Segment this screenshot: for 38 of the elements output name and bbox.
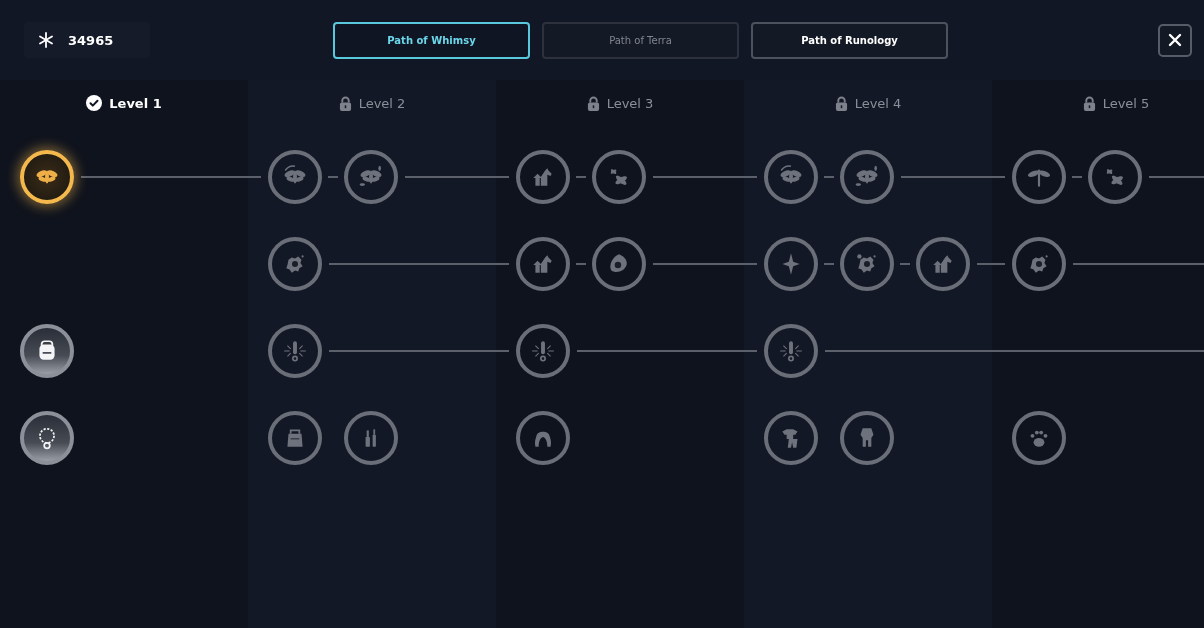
skill-node[interactable] bbox=[592, 150, 646, 204]
skill-node[interactable] bbox=[1012, 150, 1066, 204]
exclamation-icon bbox=[530, 338, 556, 364]
skill-node[interactable] bbox=[764, 411, 818, 465]
skill-node[interactable] bbox=[268, 150, 322, 204]
exclamation-icon bbox=[282, 338, 308, 364]
path-tab[interactable]: Path of Runology bbox=[751, 21, 948, 59]
skill-node[interactable] bbox=[764, 150, 818, 204]
skill-node[interactable] bbox=[268, 237, 322, 291]
skill-node[interactable] bbox=[916, 237, 970, 291]
skill-node[interactable] bbox=[344, 411, 398, 465]
skill-node[interactable] bbox=[592, 237, 646, 291]
level-label: Level 2 bbox=[358, 95, 406, 111]
skill-node[interactable] bbox=[764, 324, 818, 378]
sparkle-icon bbox=[38, 32, 54, 48]
skill-node[interactable] bbox=[840, 150, 894, 204]
close-button[interactable] bbox=[1158, 23, 1192, 57]
skill-node[interactable] bbox=[268, 411, 322, 465]
skill-node[interactable] bbox=[840, 411, 894, 465]
skill-node[interactable] bbox=[344, 150, 398, 204]
skill-node[interactable] bbox=[268, 324, 322, 378]
skill-node[interactable] bbox=[1012, 411, 1066, 465]
currency-amount: 34965 bbox=[68, 32, 114, 48]
skill-node[interactable] bbox=[516, 411, 570, 465]
skill-node[interactable] bbox=[1012, 237, 1066, 291]
level-label: Level 5 bbox=[1102, 95, 1150, 111]
skill-node[interactable] bbox=[840, 237, 894, 291]
skill-node[interactable] bbox=[516, 150, 570, 204]
path-tab[interactable]: Path of Whimsy bbox=[333, 21, 530, 59]
close-icon bbox=[1168, 33, 1182, 47]
skill-node[interactable] bbox=[516, 324, 570, 378]
skill-node[interactable] bbox=[516, 237, 570, 291]
exclamation-icon bbox=[778, 338, 804, 364]
skill-node[interactable] bbox=[764, 237, 818, 291]
skill-node[interactable] bbox=[1088, 150, 1142, 204]
level-label: Level 1 bbox=[109, 95, 162, 111]
level-label: Level 3 bbox=[606, 95, 654, 111]
level-label: Level 4 bbox=[854, 95, 902, 111]
